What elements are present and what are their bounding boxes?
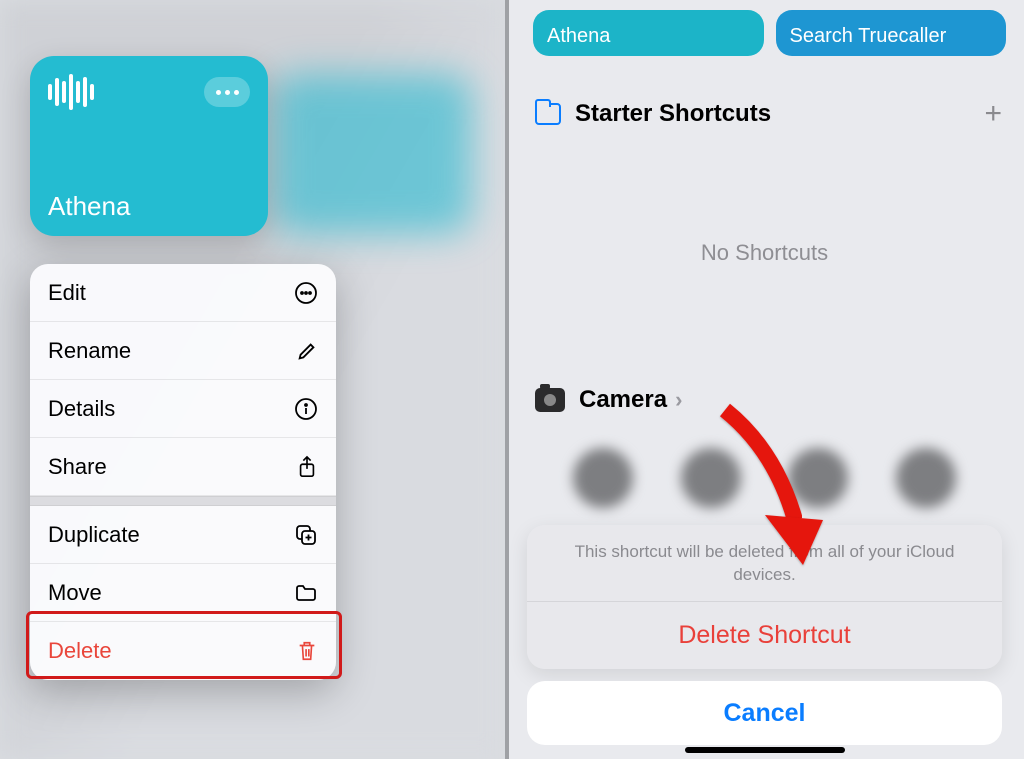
shortcut-name-label: Athena xyxy=(48,191,250,222)
blurred-shortcuts-row xyxy=(549,448,980,518)
ellipsis-circle-icon xyxy=(294,281,318,305)
camera-icon xyxy=(535,388,565,412)
duplicate-icon xyxy=(294,523,318,547)
menu-label: Duplicate xyxy=(48,522,140,548)
menu-label: Edit xyxy=(48,280,86,306)
action-sheet-message: This shortcut will be deleted from all o… xyxy=(527,525,1002,601)
menu-label: Move xyxy=(48,580,102,606)
chip-label: Search Truecaller xyxy=(790,25,947,48)
menu-item-edit[interactable]: Edit xyxy=(30,264,336,322)
folder-camera[interactable]: Camera › xyxy=(535,380,682,420)
folder-starter-shortcuts[interactable]: Starter Shortcuts + xyxy=(535,92,1002,136)
menu-item-move[interactable]: Move xyxy=(30,564,336,622)
folder-icon xyxy=(535,103,561,125)
menu-label: Delete xyxy=(48,638,112,664)
home-indicator[interactable] xyxy=(685,747,845,753)
more-icon[interactable] xyxy=(204,77,250,107)
menu-item-rename[interactable]: Rename xyxy=(30,322,336,380)
pencil-icon xyxy=(296,340,318,362)
menu-item-details[interactable]: Details xyxy=(30,380,336,438)
menu-label: Rename xyxy=(48,338,131,364)
camera-label: Camera xyxy=(579,386,667,414)
menu-item-duplicate[interactable]: Duplicate xyxy=(30,506,336,564)
trash-icon xyxy=(296,639,318,663)
folder-icon xyxy=(294,582,318,604)
info-circle-icon xyxy=(294,397,318,421)
panel-divider xyxy=(505,0,509,759)
shortcut-placeholder xyxy=(573,448,633,508)
shortcut-placeholder xyxy=(681,448,741,508)
menu-label: Details xyxy=(48,396,115,422)
shortcut-placeholder xyxy=(896,448,956,508)
menu-item-delete[interactable]: Delete xyxy=(30,622,336,680)
shortcut-tile-athena[interactable]: Athena xyxy=(30,56,268,236)
cancel-button[interactable]: Cancel xyxy=(527,681,1002,745)
share-icon xyxy=(296,455,318,479)
menu-item-share[interactable]: Share xyxy=(30,438,336,496)
button-label: Cancel xyxy=(724,699,806,728)
context-menu: Edit Rename Details Share Duplicate Move… xyxy=(30,264,336,680)
delete-shortcut-button[interactable]: Delete Shortcut xyxy=(527,601,1002,669)
adjacent-shortcut-blur xyxy=(272,74,472,234)
menu-label: Share xyxy=(48,454,107,480)
chevron-right-icon: › xyxy=(675,387,682,413)
chip-label: Athena xyxy=(547,25,610,48)
shortcut-placeholder xyxy=(788,448,848,508)
menu-separator xyxy=(30,496,336,506)
context-menu-panel: Athena Edit Rename Details Share Duplica… xyxy=(0,0,505,759)
shortcut-chip-search-truecaller[interactable]: Search Truecaller xyxy=(776,10,1007,56)
plus-icon[interactable]: + xyxy=(984,97,1002,131)
folder-title: Starter Shortcuts xyxy=(575,100,771,128)
waveform-icon xyxy=(48,74,94,110)
action-sheet: This shortcut will be deleted from all o… xyxy=(527,525,1002,745)
shortcut-chip-athena[interactable]: Athena xyxy=(533,10,764,56)
empty-state-label: No Shortcuts xyxy=(505,240,1024,266)
button-label: Delete Shortcut xyxy=(678,621,850,650)
action-sheet-panel: Athena Search Truecaller Starter Shortcu… xyxy=(505,0,1024,759)
